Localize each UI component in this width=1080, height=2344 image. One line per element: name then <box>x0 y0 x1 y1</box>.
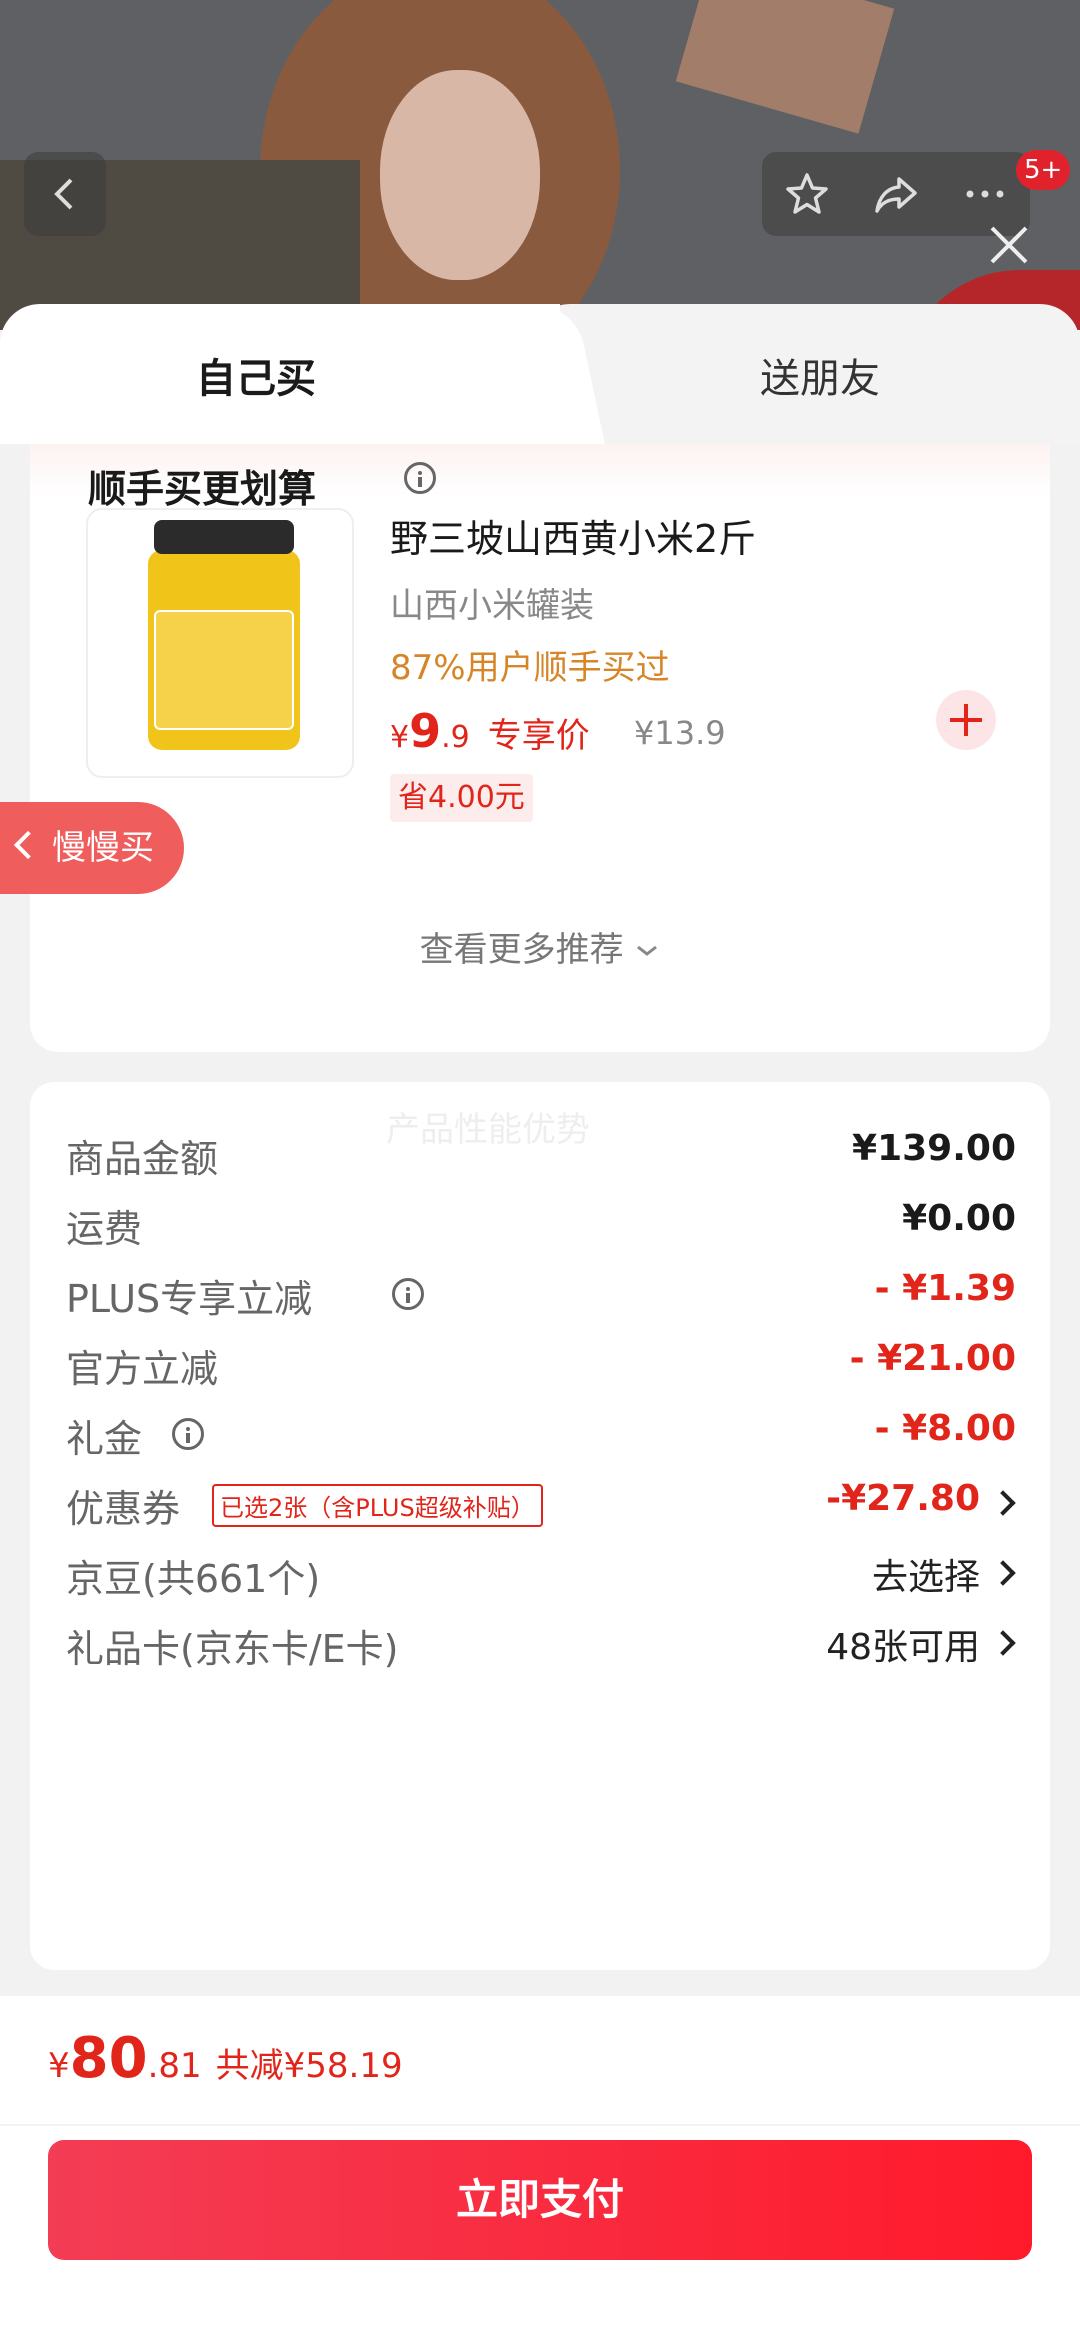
recommendation-title: 顺手买更划算 <box>88 467 317 511</box>
star-icon[interactable] <box>782 169 832 219</box>
tab-buy-self[interactable]: 自己买 <box>0 304 560 444</box>
see-more-recommendations[interactable]: 查看更多推荐 <box>30 922 1050 971</box>
row-value: ¥139.00 <box>852 1128 1016 1169</box>
product-subtitle: 山西小米罐装 <box>390 586 594 626</box>
original-price: ¥13.9 <box>634 714 726 752</box>
price-details-card: 产品性能优势 商品金额 ¥139.00 运费 ¥0.00 PLUS专享立减 - … <box>30 1082 1050 1970</box>
tab-send-friend-label: 送朋友 <box>760 356 880 402</box>
back-icon <box>54 178 73 210</box>
row-value: 去选择 <box>871 1557 980 1598</box>
notification-badge: 5+ <box>1016 150 1071 190</box>
product-price: ¥ 9 .9 专享价 <box>390 704 590 758</box>
row-value: - ¥1.39 <box>874 1268 1016 1309</box>
photo-paper <box>675 0 895 134</box>
row-plus-discount: PLUS专享立减 - ¥1.39 <box>66 1258 1016 1328</box>
row-jingdou[interactable]: 京豆(共661个) 去选择 <box>66 1538 1016 1608</box>
price-decimal: .9 <box>441 720 470 755</box>
slow-buy-button[interactable]: 慢慢买 <box>0 802 184 894</box>
tab-buy-self-label: 自己买 <box>196 356 316 402</box>
add-to-order-button[interactable] <box>936 690 996 750</box>
close-icon[interactable] <box>984 220 1034 270</box>
purchase-tabs: 送朋友 自己买 <box>0 304 1080 444</box>
recommendation-card: 顺手买更划算 野三坡山西黄小米2斤 山西小米罐装 87%用户顺手买过 ¥ 9 .… <box>30 444 1050 1052</box>
row-gift-money: 礼金 - ¥8.00 <box>66 1398 1016 1468</box>
product-bought-rate: 87%用户顺手买过 <box>390 648 670 688</box>
save-badge: 省4.00元 <box>390 774 533 822</box>
chevron-right-icon <box>990 1490 1016 1516</box>
row-value: ¥0.00 <box>902 1198 1016 1239</box>
row-value: -¥27.80 <box>826 1478 980 1519</box>
chevron-right-icon <box>990 1560 1016 1586</box>
row-official-discount: 官方立减 - ¥21.00 <box>66 1328 1016 1398</box>
coupon-selected-tag: 已选2张（含PLUS超级补贴） <box>212 1484 543 1527</box>
jar-lid <box>154 520 294 554</box>
see-more-label: 查看更多推荐 <box>419 930 624 970</box>
total-decimal: .81 <box>147 2046 202 2086</box>
row-label: 官方立减 <box>66 1347 219 1391</box>
chevron-down-icon <box>637 945 658 956</box>
slow-buy-label: 慢慢买 <box>52 828 154 868</box>
row-goods-amount: 商品金额 ¥139.00 <box>66 1118 1016 1188</box>
total-currency: ¥ <box>48 2046 70 2086</box>
row-label: 京豆(共661个) <box>66 1557 321 1601</box>
row-label: 运费 <box>66 1207 143 1251</box>
divider <box>0 2124 1080 2126</box>
more-icon[interactable] <box>960 169 1010 219</box>
row-shipping: 运费 ¥0.00 <box>66 1188 1016 1258</box>
total-saved: 共减¥58.19 <box>215 2046 403 2086</box>
total-price: ¥ 80 .81 共减¥58.19 <box>48 2026 403 2091</box>
product-image[interactable] <box>86 508 354 778</box>
pay-bar: ¥ 80 .81 共减¥58.19 立即支付 <box>0 1996 1080 2344</box>
row-label: 礼品卡(京东卡/E卡) <box>66 1627 399 1671</box>
jar-label <box>154 610 294 730</box>
row-label: 商品金额 <box>66 1137 219 1181</box>
product-name[interactable]: 野三坡山西黄小米2斤 <box>390 508 756 563</box>
chevron-right-icon <box>990 1630 1016 1656</box>
back-button[interactable] <box>24 152 106 236</box>
row-gift-card[interactable]: 礼品卡(京东卡/E卡) 48张可用 <box>66 1608 1016 1678</box>
row-coupon[interactable]: 优惠券 已选2张（含PLUS超级补贴） -¥27.80 <box>66 1468 1016 1538</box>
info-icon[interactable] <box>172 1418 204 1450</box>
price-currency: ¥ <box>390 720 410 755</box>
row-value: 48张可用 <box>826 1627 980 1668</box>
pay-now-button[interactable]: 立即支付 <box>48 2140 1032 2260</box>
chevron-left-icon <box>13 830 43 860</box>
total-integer: 80 <box>69 2026 148 2091</box>
price-integer: 9 <box>409 704 442 758</box>
info-icon[interactable] <box>404 462 436 494</box>
photo-face <box>380 70 540 280</box>
row-value: - ¥21.00 <box>849 1338 1016 1379</box>
price-tag: 专享价 <box>487 716 590 756</box>
info-icon[interactable] <box>392 1278 424 1310</box>
share-icon[interactable] <box>871 169 921 219</box>
row-value: - ¥8.00 <box>874 1408 1016 1449</box>
row-label: PLUS专享立减 <box>66 1277 313 1321</box>
row-label: 优惠券 <box>66 1487 181 1531</box>
tab-send-friend[interactable]: 送朋友 <box>530 304 1080 444</box>
row-label: 礼金 <box>66 1417 143 1461</box>
